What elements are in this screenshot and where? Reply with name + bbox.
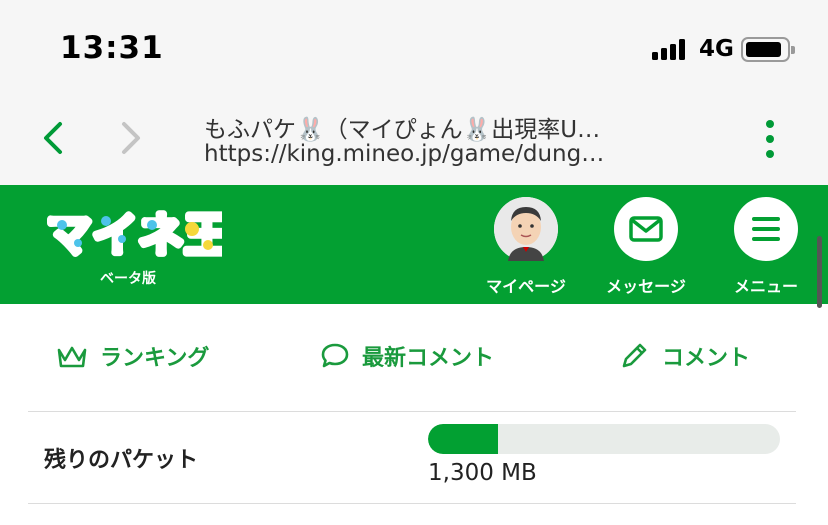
cellular-signal-icon	[652, 38, 685, 60]
scrollbar[interactable]	[817, 236, 822, 308]
site-header: マイネ王 マイネ王 ベータ版 マイページ メッセージ メニュー	[0, 185, 828, 304]
pencil-icon	[622, 343, 647, 368]
packet-progress-bar	[428, 424, 780, 454]
tab-bar: ランキング 最新コメント コメント	[28, 318, 796, 412]
menu-label: メニュー	[733, 277, 798, 296]
more-menu-button[interactable]	[760, 120, 780, 160]
browser-chrome: 13:31 4G もふパケ🐰（マイぴょん🐰出現率U… https://king.…	[0, 0, 828, 185]
tab-comment[interactable]: コメント	[618, 340, 750, 372]
site-logo[interactable]: マイネ王 マイネ王	[43, 203, 233, 265]
remaining-packet-label: 残りのパケット	[44, 448, 199, 473]
message-label: メッセージ	[606, 277, 686, 296]
tab-ranking-label: ランキング	[100, 346, 210, 371]
envelope-icon	[629, 216, 663, 242]
tab-latest-comments[interactable]: 最新コメント	[320, 340, 494, 372]
tab-ranking[interactable]: ランキング	[56, 340, 209, 372]
back-button[interactable]	[36, 118, 72, 158]
message-button[interactable]: メッセージ	[600, 197, 692, 297]
remaining-packet-row: 残りのパケット 1,300 MB	[28, 412, 796, 504]
tab-latest-comments-label: 最新コメント	[362, 346, 495, 371]
mypage-button[interactable]: マイページ	[480, 197, 572, 297]
status-time: 13:31	[60, 30, 164, 66]
battery-level	[746, 42, 782, 57]
mineo-king-logo: マイネ王 マイネ王	[43, 205, 233, 265]
speech-bubble-icon	[321, 343, 349, 368]
url-text[interactable]: https://king.mineo.jp/game/dung…	[204, 141, 604, 167]
network-type: 4G	[699, 36, 734, 62]
page-title[interactable]: もふパケ🐰（マイぴょん🐰出現率U…	[204, 110, 600, 144]
logo-subtitle: ベータ版	[100, 271, 156, 287]
forward-button[interactable]	[114, 118, 150, 158]
packet-progress-fill	[428, 424, 499, 454]
mypage-label: マイページ	[486, 277, 566, 296]
tab-comment-label: コメント	[662, 346, 751, 371]
remaining-packet-value: 1,300 MB	[428, 460, 537, 486]
menu-button[interactable]: メニュー	[720, 197, 812, 297]
avatar-icon	[494, 197, 558, 261]
chevron-right-icon	[122, 122, 140, 154]
hamburger-icon	[752, 217, 780, 241]
chevron-left-icon	[44, 122, 62, 154]
battery-icon	[741, 37, 795, 62]
avatar	[494, 197, 558, 261]
crown-icon	[57, 346, 87, 368]
